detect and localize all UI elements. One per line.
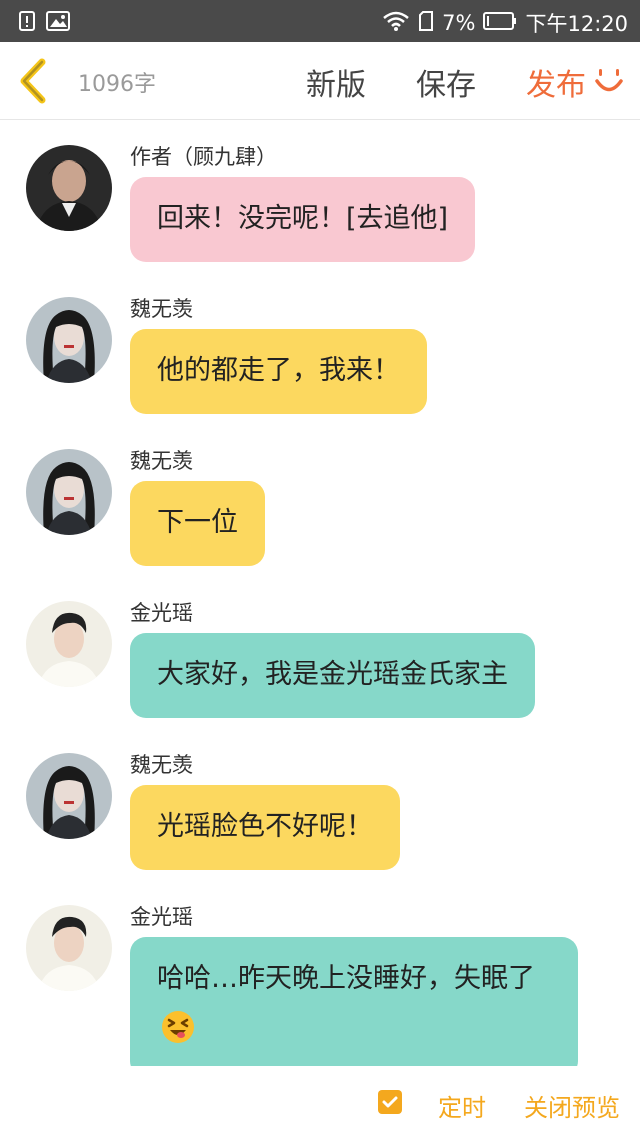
editor-header: 1096字 新版 保存 发布 <box>0 42 640 120</box>
sender-name: 魏无羡 <box>130 297 193 321</box>
message-bubble[interactable]: 下一位 <box>130 481 265 566</box>
message-bubble[interactable]: 回来！没完呢！[去追他] <box>130 177 476 262</box>
sim-icon <box>418 10 434 37</box>
close-preview-button[interactable]: 关闭预览 <box>524 1088 620 1123</box>
battery-icon <box>483 11 517 36</box>
message-bubble[interactable]: 光瑶脸色不好呢！ <box>130 785 400 870</box>
publish-button[interactable]: 发布 <box>526 60 586 104</box>
avatar[interactable] <box>26 601 112 687</box>
avatar[interactable] <box>26 297 112 383</box>
timer-label[interactable]: 定时 <box>438 1088 486 1123</box>
status-bar-right: 7% 下午12:20 <box>382 8 628 38</box>
message-bubble[interactable]: 哈哈…昨天晚上没睡好，失眠了 <box>130 937 578 1066</box>
message-bubble[interactable]: 他的都走了，我来！ <box>130 329 427 414</box>
battery-alert-icon <box>18 10 36 36</box>
save-button[interactable]: 保存 <box>416 60 476 104</box>
avatar[interactable] <box>26 145 112 231</box>
back-button[interactable] <box>16 58 52 104</box>
checkmark-icon <box>378 1096 402 1118</box>
chevron-left-icon <box>16 58 52 108</box>
timer-checkbox[interactable] <box>378 1090 402 1114</box>
status-bar-left <box>18 10 70 36</box>
battery-percent: 7% <box>442 11 476 35</box>
new-version-button[interactable]: 新版 <box>306 60 366 104</box>
status-time: 下午12:20 <box>525 12 628 36</box>
smile-button[interactable] <box>594 66 624 96</box>
wifi-icon <box>382 10 410 37</box>
message-text: 哈哈…昨天晚上没睡好，失眠了 <box>157 963 535 994</box>
sender-name: 魏无羡 <box>130 449 193 473</box>
sender-name: 金光瑶 <box>130 905 193 929</box>
word-count: 1096字 <box>78 72 156 97</box>
avatar[interactable] <box>26 905 112 991</box>
avatar[interactable] <box>26 753 112 839</box>
sender-name: 魏无羡 <box>130 753 193 777</box>
sender-name: 金光瑶 <box>130 601 193 625</box>
image-icon <box>46 11 70 35</box>
status-bar: 7% 下午12:20 <box>0 0 640 42</box>
smile-icon <box>594 69 624 100</box>
preview-footer: 定时 关闭预览 <box>0 1066 640 1138</box>
message-bubble[interactable]: 大家好，我是金光瑶金氏家主 <box>130 633 535 718</box>
sender-name: 作者（顾九肆） <box>130 145 277 169</box>
avatar[interactable] <box>26 449 112 535</box>
grinning-squint-emoji-icon <box>161 1008 195 1064</box>
chat-preview: 作者（顾九肆） 回来！没完呢！[去追他] 魏无羡 他的都走了，我来！ 魏无羡 下… <box>0 121 640 1066</box>
